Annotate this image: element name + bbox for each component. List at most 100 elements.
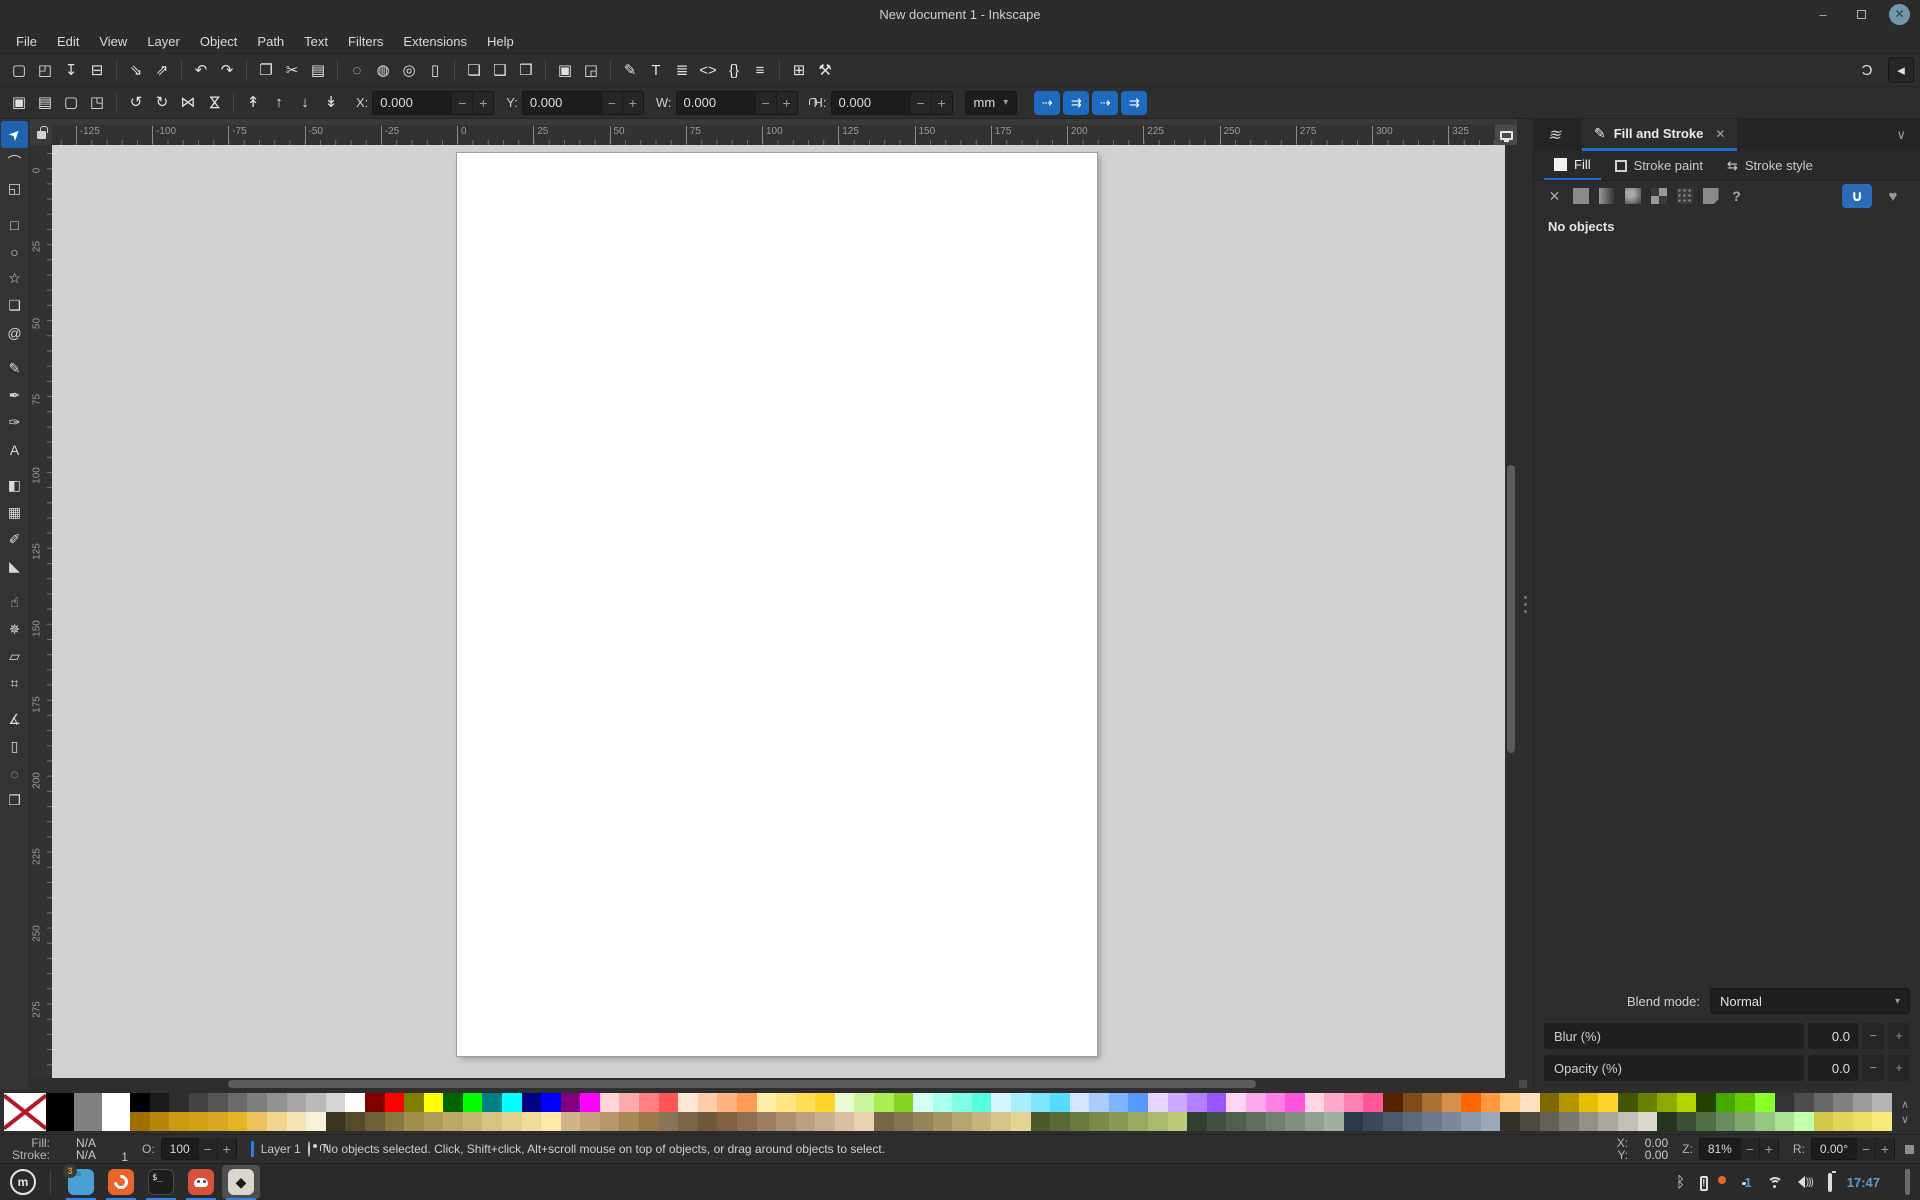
palette-swatch[interactable] (639, 1093, 659, 1112)
y-decrement-button[interactable]: − (600, 91, 622, 114)
palette-swatch[interactable] (776, 1112, 796, 1131)
palette-swatch[interactable] (267, 1093, 287, 1112)
palette-swatch[interactable] (1030, 1112, 1051, 1131)
tab-stroke-style[interactable]: ⇆ Stroke style (1717, 151, 1823, 180)
unknown-paint-button[interactable]: ? (1728, 188, 1745, 205)
palette-swatch[interactable] (247, 1093, 268, 1112)
blur-increment-button[interactable]: + (1888, 1023, 1910, 1049)
palette-swatch[interactable] (1011, 1112, 1031, 1131)
no-color-swatch[interactable] (4, 1093, 46, 1131)
palette-swatch[interactable] (599, 1093, 620, 1112)
open-button[interactable]: ◰ (32, 57, 58, 83)
palette-swatch[interactable] (1422, 1112, 1442, 1131)
palette-swatch[interactable] (1265, 1112, 1286, 1131)
menu-edit[interactable]: Edit (47, 31, 89, 52)
blur-value[interactable]: 0.0 (1808, 1023, 1858, 1049)
tab-stroke-paint[interactable]: Stroke paint (1605, 151, 1713, 180)
palette-swatch[interactable] (776, 1093, 796, 1112)
flip-horizontal-button[interactable]: ⋈ (175, 90, 201, 116)
palette-swatch[interactable] (364, 1093, 385, 1112)
palette-swatch[interactable] (149, 1112, 170, 1131)
palette-swatch[interactable] (1715, 1093, 1736, 1112)
palette-swatch[interactable] (482, 1112, 502, 1131)
palette-swatch[interactable] (1050, 1112, 1070, 1131)
shape-builder-tool[interactable]: ◱ (1, 175, 28, 202)
menu-extensions[interactable]: Extensions (393, 31, 477, 52)
palette-swatch[interactable] (1754, 1093, 1775, 1112)
palette-swatch[interactable] (717, 1112, 737, 1131)
palette-swatch[interactable] (1187, 1112, 1207, 1131)
horizontal-scrollbar-thumb[interactable] (228, 1080, 1256, 1088)
palette-swatch[interactable] (1363, 1112, 1383, 1131)
y-input[interactable] (522, 95, 601, 110)
preferences-button[interactable]: ⚒ (812, 57, 838, 83)
palette-swatch[interactable] (501, 1093, 522, 1112)
menu-path[interactable]: Path (247, 31, 294, 52)
current-layer-label[interactable]: Layer 1 (261, 1142, 301, 1156)
palette-swatch[interactable] (795, 1093, 816, 1112)
palette-swatch[interactable] (1245, 1112, 1266, 1131)
connector-tool[interactable]: ⌗ (1, 670, 28, 697)
zoom-value[interactable]: 81% (1700, 1142, 1740, 1156)
height-input[interactable] (831, 95, 910, 110)
palette-swatch[interactable] (893, 1112, 914, 1131)
fill-stroke-dock-tab[interactable]: ✎ Fill and Stroke ✕ (1582, 119, 1738, 151)
palette-swatch[interactable] (1343, 1112, 1364, 1131)
undo-button[interactable]: ↶ (188, 57, 214, 83)
paste-button[interactable]: ▤ (305, 57, 331, 83)
palette-swatch[interactable] (404, 1093, 424, 1112)
palette-swatch[interactable] (188, 1093, 209, 1112)
palette-swatch[interactable] (1461, 1112, 1481, 1131)
palette-swatch[interactable] (1833, 1093, 1853, 1112)
palette-swatch[interactable] (501, 1112, 522, 1131)
palette-swatch[interactable] (560, 1112, 581, 1131)
palette-swatch[interactable] (560, 1093, 581, 1112)
palette-swatch[interactable] (130, 1093, 150, 1112)
pattern-button[interactable] (1650, 188, 1667, 205)
palette-swatch[interactable] (873, 1093, 894, 1112)
palette-swatch[interactable] (971, 1112, 992, 1131)
snap-toggle-button[interactable]: Ɔ (1854, 57, 1880, 83)
palette-swatch[interactable] (1539, 1112, 1560, 1131)
palette-swatch[interactable] (130, 1112, 150, 1131)
palette-swatch[interactable] (227, 1093, 248, 1112)
units-dropdown[interactable]: mm ▾ (964, 90, 1018, 115)
eraser-tool[interactable]: ▱ (1, 643, 28, 670)
mesh-tool[interactable]: ▦ (1, 499, 28, 526)
align-distribute-button[interactable]: ≡ (747, 57, 773, 83)
palette-swatch[interactable] (1617, 1093, 1638, 1112)
opacity-slider[interactable]: Opacity (%) (1544, 1055, 1804, 1081)
vertical-scrollbar-thumb[interactable] (1507, 465, 1515, 753)
height-increment-button[interactable]: + (930, 91, 952, 114)
palette-swatch[interactable] (1676, 1093, 1697, 1112)
palette-swatch[interactable] (1285, 1112, 1305, 1131)
palette-swatch[interactable] (443, 1093, 463, 1112)
palette-swatch[interactable] (1226, 1112, 1246, 1131)
taskbar-app-inkscape[interactable]: ◆ (222, 1165, 260, 1200)
palette-swatch[interactable] (247, 1112, 268, 1131)
palette-swatch[interactable] (149, 1093, 170, 1112)
palette-swatch[interactable] (1715, 1112, 1736, 1131)
save-button[interactable]: ↧ (58, 57, 84, 83)
vertical-scrollbar[interactable] (1505, 145, 1517, 1078)
object-opacity-value[interactable]: 100 (162, 1142, 198, 1156)
redo-button[interactable]: ↷ (214, 57, 240, 83)
palette-swatch[interactable] (1402, 1112, 1423, 1131)
copy-button[interactable]: ❐ (253, 57, 279, 83)
zoom-tool[interactable]: ◌ (1, 760, 28, 787)
palette-swatch[interactable] (697, 1093, 718, 1112)
x-increment-button[interactable]: + (472, 91, 494, 114)
horizontal-scrollbar[interactable] (30, 1078, 1527, 1090)
document-page[interactable] (457, 153, 1097, 1056)
zoom-selection-button[interactable]: ◌ (344, 57, 370, 83)
select-region-button[interactable]: ◳ (84, 90, 110, 116)
palette-swatch[interactable] (541, 1112, 561, 1131)
blur-slider[interactable]: Blur (%) (1544, 1023, 1804, 1049)
palette-swatch[interactable] (834, 1112, 855, 1131)
fill-rule-even-odd-button[interactable]: ∪ (1842, 184, 1872, 208)
palette-swatch[interactable] (169, 1112, 189, 1131)
collapse-toolbar-button[interactable]: ◂ (1888, 57, 1914, 83)
clone-button[interactable]: ❑ (487, 57, 513, 83)
palette-swatch[interactable] (1461, 1093, 1481, 1112)
palette-swatch[interactable] (325, 1112, 346, 1131)
